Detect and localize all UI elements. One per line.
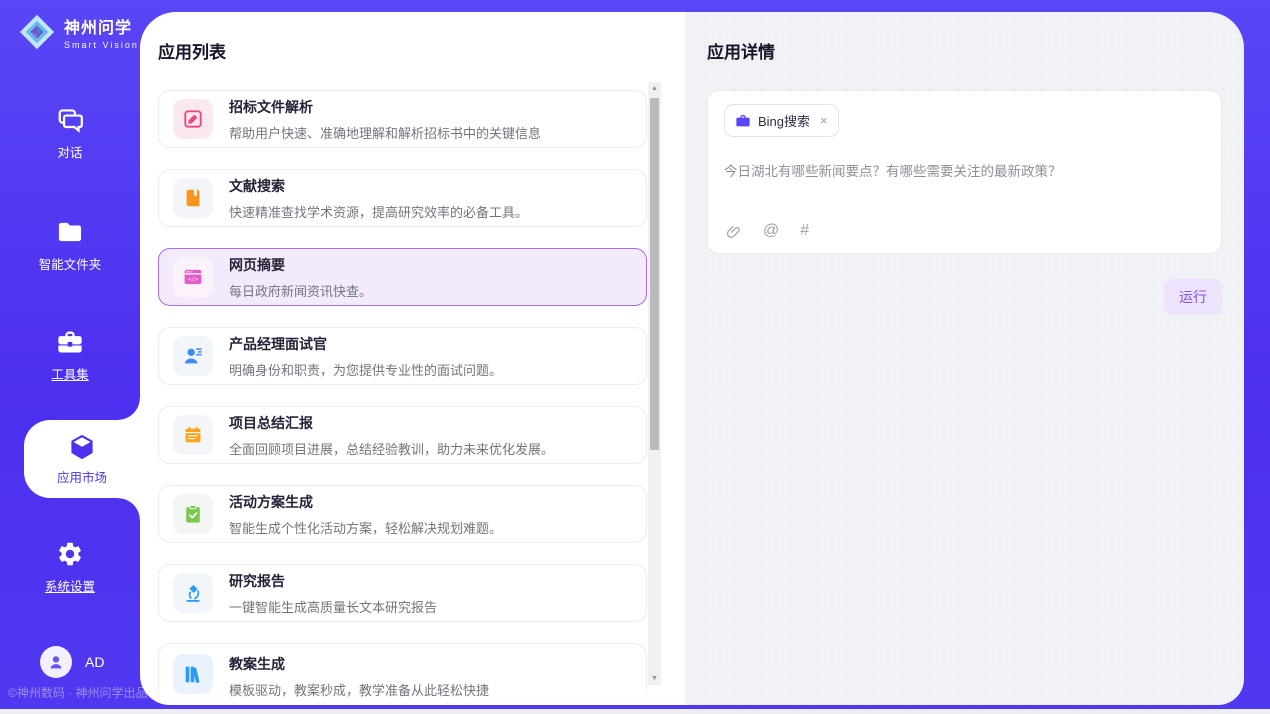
paperclip-icon[interactable]	[725, 223, 742, 240]
brand-logo: 神州问学 Smart Vision	[18, 13, 139, 51]
brand-name: 神州问学	[64, 14, 139, 38]
diamond-logo-icon	[18, 13, 56, 51]
book-icon	[173, 178, 213, 218]
scroll-down-icon[interactable]: ▼	[648, 675, 661, 682]
sidebar-item-label: 应用市场	[57, 467, 107, 486]
microscope-icon	[173, 573, 213, 613]
app-card-desc: 智能生成个性化活动方案，轻松解决规划难题。	[229, 518, 502, 537]
person-icon	[47, 653, 65, 671]
sidebar-item-toolset[interactable]: 工具集	[0, 328, 140, 383]
interviewer-icon	[173, 336, 213, 376]
app-detail-title: 应用详情	[707, 38, 1222, 63]
app-card-desc: 模板驱动，教案秒成，教学准备从此轻松快捷	[229, 680, 489, 699]
at-icon[interactable]: @	[763, 222, 779, 240]
briefcase-icon	[735, 113, 751, 129]
hash-icon[interactable]: #	[800, 222, 809, 240]
browser-code-icon: </>	[173, 257, 213, 297]
list-scrollbar[interactable]: ▲ ▼	[648, 82, 661, 685]
svg-text:</>: </>	[188, 277, 199, 283]
calendar-icon	[173, 415, 213, 455]
app-card-title: 招标文件解析	[229, 97, 541, 117]
brand-subtitle: Smart Vision	[64, 40, 139, 50]
app-card-title: 产品经理面试官	[229, 334, 502, 354]
user-name: AD	[85, 654, 104, 670]
gear-icon	[56, 540, 84, 568]
folder-icon	[56, 218, 84, 246]
chat-icon	[56, 106, 84, 134]
app-card-web-summary[interactable]: </> 网页摘要 每日政府新闻资讯快查。	[158, 248, 647, 306]
sidebar-footer: ©神州数码 · 神州问学出品	[8, 684, 148, 701]
app-card-title: 文献搜索	[229, 176, 528, 196]
sidebar-item-label: 工具集	[51, 364, 89, 383]
app-card-desc: 全面回顾项目进展，总结经验教训，助力未来优化发展。	[229, 439, 554, 458]
content-area: 应用列表 招标文件解析 帮助用户快速、准确地理解和解析招标书中的关键信息	[140, 12, 1244, 705]
app-card-title: 教案生成	[229, 654, 489, 674]
run-button[interactable]: 运行	[1164, 279, 1222, 315]
sidebar-item-label: 系统设置	[45, 576, 95, 595]
tool-chip-label: Bing搜索	[758, 111, 810, 130]
app-card-title: 研究报告	[229, 571, 437, 591]
app-card-title: 活动方案生成	[229, 492, 502, 512]
clipboard-check-icon	[173, 494, 213, 534]
app-list-panel: 应用列表 招标文件解析 帮助用户快速、准确地理解和解析招标书中的关键信息	[140, 12, 685, 705]
sidebar-item-app-market[interactable]: 应用市场	[24, 420, 140, 498]
avatar	[40, 646, 72, 678]
sidebar-item-settings[interactable]: 系统设置	[0, 540, 140, 595]
tool-chip-bing-search[interactable]: Bing搜索 ×	[724, 104, 839, 137]
app-card-desc: 帮助用户快速、准确地理解和解析招标书中的关键信息	[229, 123, 541, 142]
app-card-project-summary[interactable]: 项目总结汇报 全面回顾项目进展，总结经验教训，助力未来优化发展。	[158, 406, 647, 464]
app-card-pm-interviewer[interactable]: 产品经理面试官 明确身份和职责，为您提供专业性的面试问题。	[158, 327, 647, 385]
app-card-title: 项目总结汇报	[229, 413, 554, 433]
scrollbar-thumb[interactable]	[650, 98, 659, 450]
app-detail-panel: 应用详情 Bing搜索 × 今日湖北有哪些新闻要点？有哪些需要关注的最新政策？ …	[685, 12, 1244, 705]
app-card-list: 招标文件解析 帮助用户快速、准确地理解和解析招标书中的关键信息 文献搜索 快速精…	[158, 90, 647, 693]
sidebar-item-smart-folder[interactable]: 智能文件夹	[0, 218, 140, 273]
query-input-text[interactable]: 今日湖北有哪些新闻要点？有哪些需要关注的最新政策？	[724, 160, 1205, 180]
attachment-toolbar: @ #	[725, 222, 809, 240]
prompt-card[interactable]: Bing搜索 × 今日湖北有哪些新闻要点？有哪些需要关注的最新政策？ @ #	[707, 90, 1222, 254]
app-card-bid-parse[interactable]: 招标文件解析 帮助用户快速、准确地理解和解析招标书中的关键信息	[158, 90, 647, 148]
app-card-desc: 快速精准查找学术资源，提高研究效率的必备工具。	[229, 202, 528, 221]
user-account[interactable]: AD	[40, 646, 104, 678]
app-card-lesson-plan[interactable]: 教案生成 模板驱动，教案秒成，教学准备从此轻松快捷	[158, 643, 647, 693]
sidebar-item-label: 智能文件夹	[39, 254, 102, 273]
app-card-desc: 每日政府新闻资讯快查。	[229, 281, 372, 300]
app-window: 神州问学 Smart Vision 对话 智能文件夹 工具集	[0, 0, 1270, 714]
app-list-title: 应用列表	[158, 38, 685, 63]
scroll-up-icon[interactable]: ▲	[648, 85, 661, 92]
sidebar: 神州问学 Smart Vision 对话 智能文件夹 工具集	[0, 0, 140, 714]
app-card-research-report[interactable]: 研究报告 一键智能生成高质量长文本研究报告	[158, 564, 647, 622]
chip-close-icon[interactable]: ×	[820, 114, 828, 127]
books-icon	[173, 654, 213, 694]
app-card-event-plan[interactable]: 活动方案生成 智能生成个性化活动方案，轻松解决规划难题。	[158, 485, 647, 543]
app-card-desc: 一键智能生成高质量长文本研究报告	[229, 597, 437, 616]
app-card-literature-search[interactable]: 文献搜索 快速精准查找学术资源，提高研究效率的必备工具。	[158, 169, 647, 227]
app-card-title: 网页摘要	[229, 255, 372, 275]
cube-icon	[68, 433, 96, 461]
sidebar-item-chat[interactable]: 对话	[0, 106, 140, 161]
sidebar-item-label: 对话	[57, 142, 82, 161]
edit-square-icon	[173, 99, 213, 139]
app-card-desc: 明确身份和职责，为您提供专业性的面试问题。	[229, 360, 502, 379]
toolbox-icon	[56, 328, 84, 356]
